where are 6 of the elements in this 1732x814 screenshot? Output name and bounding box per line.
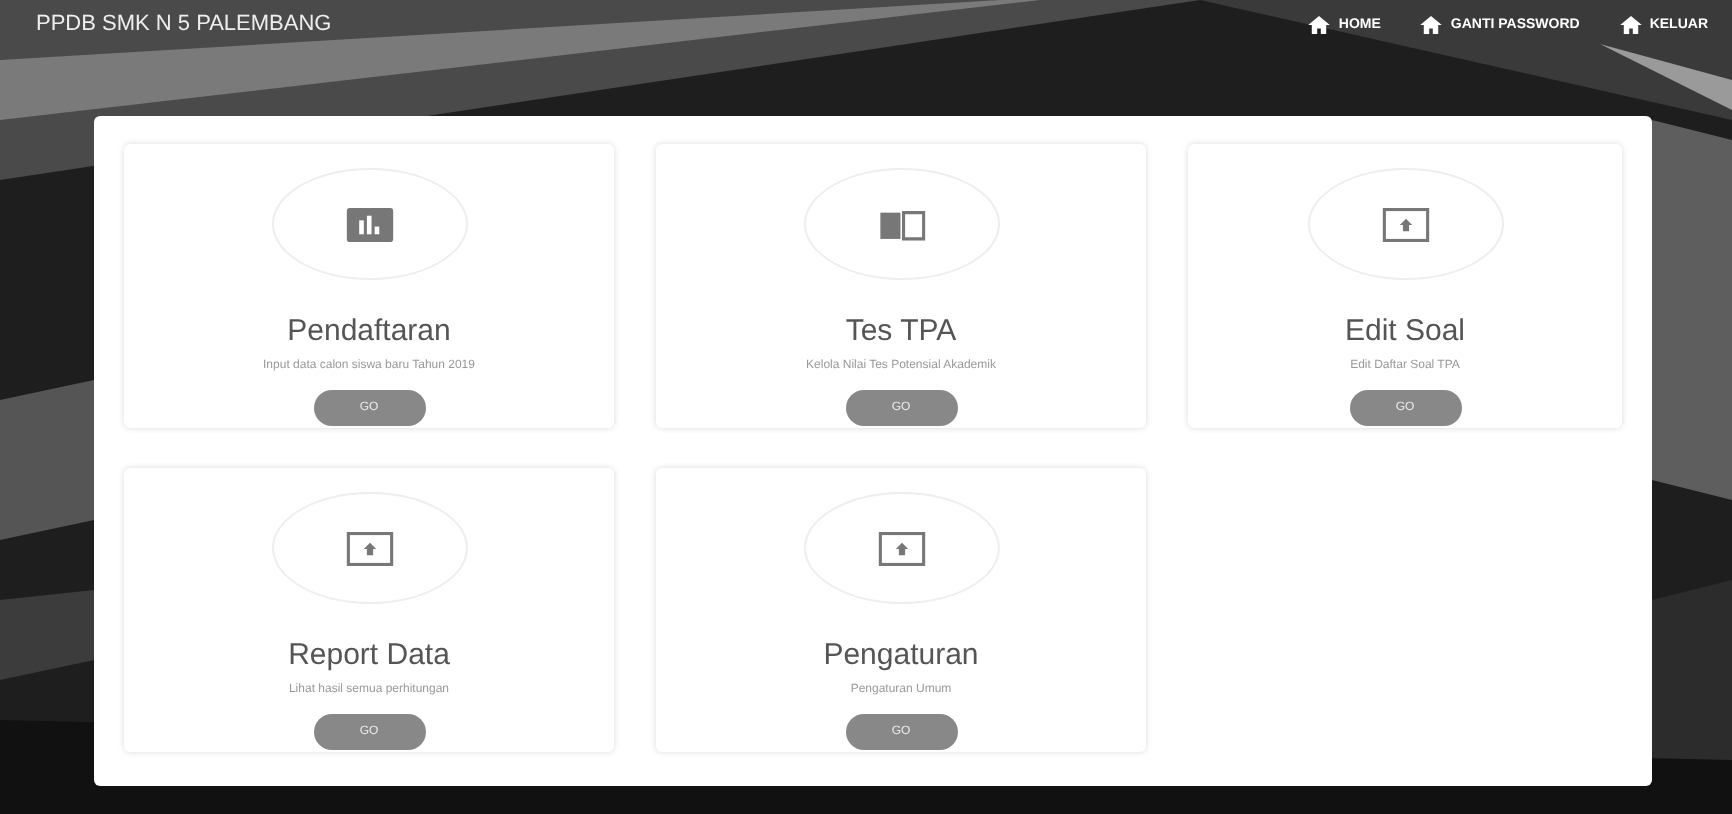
card-title: Pendaftaran xyxy=(287,314,451,348)
card-title: Report Data xyxy=(288,638,450,672)
card-title: Edit Soal xyxy=(1344,314,1466,348)
card-title: Pengaturan xyxy=(823,638,979,672)
card-title: Tes TPA xyxy=(845,314,957,348)
brand-title[interactable]: PPDB SMK N 5 PALEMBANG xyxy=(36,12,332,36)
